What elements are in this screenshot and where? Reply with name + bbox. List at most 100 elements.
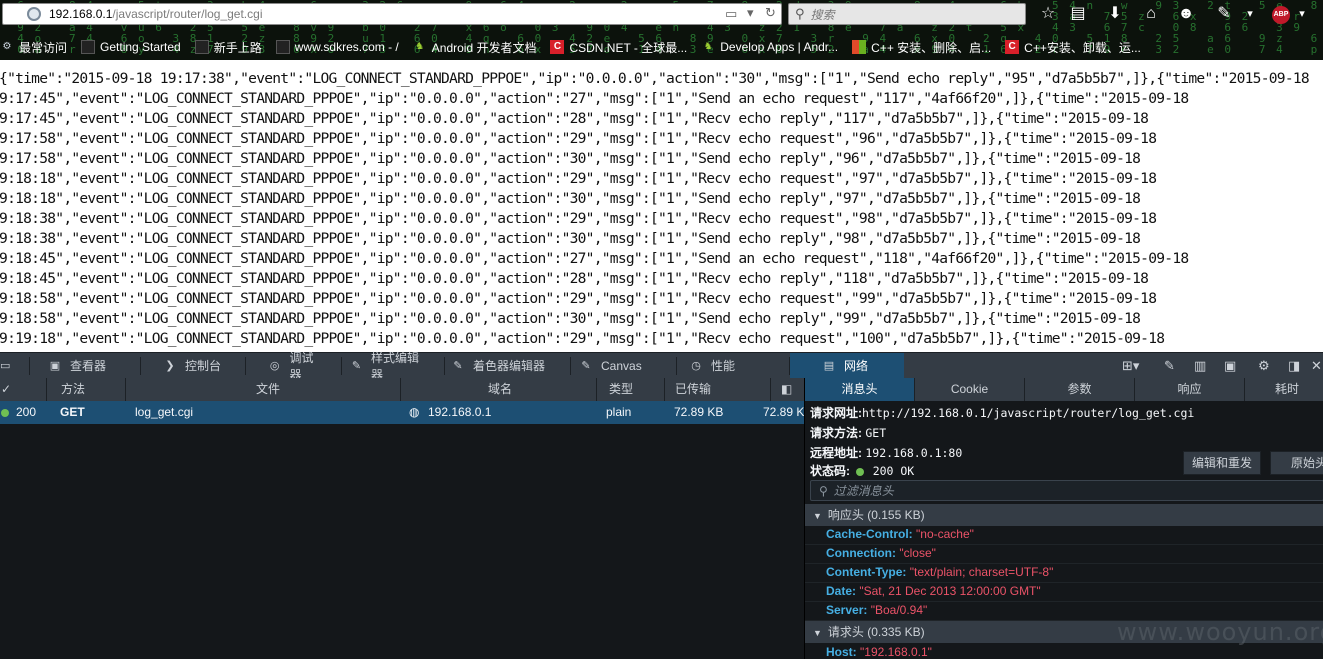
request-url-row: 请求网址:http://192.168.0.1/javascript/route… (810, 404, 1194, 421)
log-line: 19:18:58","event":"LOG_CONNECT_STANDARD_… (0, 310, 1141, 327)
tab-debugger[interactable]: ◎ 调试器 (246, 351, 342, 382)
tab-params[interactable]: 参数 (1025, 378, 1135, 401)
bookmark-item[interactable]: Getting Started (81, 40, 181, 54)
tab-headers[interactable]: 消息头 (805, 378, 915, 401)
request-method: GET (60, 405, 85, 419)
log-line: 19:17:45","event":"LOG_CONNECT_STANDARD_… (0, 90, 1189, 107)
pick-element-button[interactable]: ▭ (0, 353, 30, 379)
inspector-icon: ▣ (49, 359, 61, 372)
page-icon (194, 40, 209, 54)
download-icon[interactable]: ⬇ (1105, 4, 1125, 24)
tab-label: 着色器编辑器 (473, 359, 546, 373)
remote-address-label: 远程地址: (810, 446, 862, 460)
url-bar[interactable]: 192.168.0.1/javascript/router/log_get.cg… (2, 3, 782, 25)
home-icon[interactable]: ⌂ (1141, 4, 1161, 24)
raw-headers-button[interactable]: 原始头 (1270, 451, 1323, 475)
request-url-label: 请求网址: (810, 406, 862, 420)
scratchpad-icon[interactable]: ✎ (1164, 353, 1175, 379)
bookmark-item[interactable]: C C++安装、卸载、运... (1005, 39, 1141, 56)
header-row: Server: "Boa/0.94" (826, 601, 927, 620)
column-method[interactable]: 方法 (46, 378, 125, 401)
split-console-icon[interactable]: ▥ (1194, 353, 1206, 379)
tab-style-editor[interactable]: ✎ 样式编辑器 (342, 351, 445, 382)
tab-canvas[interactable]: ✎ Canvas (571, 353, 677, 379)
header-name: Cache-Control: (826, 527, 913, 541)
search-icon: ⚲ (795, 6, 805, 21)
header-row: Host: "192.168.0.1" (826, 643, 932, 659)
bookmark-item[interactable]: www.sdkres.com - / (275, 40, 399, 54)
tab-response[interactable]: 响应 (1135, 378, 1245, 401)
request-transferred: 72.89 KB (674, 405, 724, 419)
tab-network[interactable]: ▤ 网络 (790, 352, 904, 379)
browser-toolbar: 6 x 8 4 u 5 t a 3 k 4 p 6 o 3 2 6 x p 9 … (0, 0, 1323, 60)
tab-label: 查看器 (70, 359, 107, 373)
devtools-toolbar: ▭ ▣ 查看器 ❯ 控制台 ◎ 调试器 ✎ 样式编辑器 ✎ 着色器编辑器 ✎ Canvas … (0, 351, 1323, 382)
bookmark-item[interactable]: ⚙ 最常访问 (0, 39, 68, 56)
header-row: Cache-Control: "no-cache" (826, 525, 974, 544)
chat-icon[interactable]: ☻ (1176, 4, 1196, 24)
log-line: 19:19:18","event":"LOG_CONNECT_STANDARD_… (0, 330, 1165, 347)
android-icon: ♞ (415, 41, 425, 52)
column-domain[interactable]: 域名 (400, 378, 596, 401)
tab-performance[interactable]: ◷ 性能 (677, 353, 790, 379)
adblock-icon[interactable]: ABP (1272, 6, 1290, 24)
filter-headers-input[interactable]: ⚲ 过滤消息头 (810, 480, 1323, 501)
tab-label: 网络 (844, 359, 869, 373)
status-ok-dot (856, 467, 865, 476)
close-devtools-icon[interactable]: ✕ (1311, 353, 1322, 379)
bookmark-star-icon[interactable]: ☆ (1038, 4, 1058, 24)
header-row: Date: "Sat, 21 Dec 2013 12:00:00 GMT" (826, 582, 1041, 601)
bookmark-item[interactable]: ♞ Android 开发者文档 (413, 39, 536, 56)
domain-globe-icon: ◍ (409, 405, 420, 419)
responsive-icon[interactable]: ▣ (1224, 353, 1236, 379)
reload-icon[interactable]: ↻ (765, 5, 776, 21)
request-list-empty (0, 424, 804, 659)
shader-editor-icon: ✎ (453, 359, 463, 372)
tab-cookies[interactable]: Cookie (915, 378, 1025, 401)
extension-icon[interactable]: ✎ (1214, 4, 1234, 24)
bookmark-item[interactable]: 新手上路 (194, 39, 262, 56)
dropdown-arrow-icon[interactable]: ▾ (747, 5, 754, 21)
edit-resend-button[interactable]: 编辑和重发 (1183, 451, 1262, 475)
request-headers-title: 请求头 (0.335 KB) (827, 625, 925, 639)
log-line: 19:17:45","event":"LOG_CONNECT_STANDARD_… (0, 110, 1149, 127)
table-row[interactable]: 200 GET log_get.cgi ◍ 192.168.0.1 plain … (0, 401, 804, 424)
response-headers-section[interactable]: ▼ 响应头 (0.155 KB) (805, 504, 1323, 526)
column-type[interactable]: 类型 (596, 378, 664, 401)
dock-side-icon[interactable]: ◨ (1288, 353, 1300, 379)
tab-inspector[interactable]: ▣ 查看器 (30, 353, 141, 379)
dock-options-icon[interactable]: ⊞▾ (1122, 353, 1139, 379)
log-line: 19:17:58","event":"LOG_CONNECT_STANDARD_… (0, 130, 1157, 147)
request-method-label: 请求方法: (810, 426, 862, 440)
url-path: /javascript/router/log_get.cgi (112, 7, 263, 21)
performance-icon: ◷ (691, 359, 701, 372)
remote-address-row: 远程地址: 192.168.0.1:80 (810, 444, 962, 461)
column-file[interactable]: 文件 (125, 378, 400, 401)
toggle-sidebar-icon[interactable]: ◧ (770, 378, 804, 401)
tab-shader-editor[interactable]: ✎ 着色器编辑器 (445, 353, 571, 379)
search-bar[interactable]: ⚲ 搜索 (788, 3, 1026, 25)
bookmark-item[interactable]: ♞ Develop Apps | Andr... (701, 40, 838, 54)
reader-view-icon[interactable]: ▭ (725, 6, 737, 22)
settings-gear-icon[interactable]: ⚙ (1258, 353, 1270, 379)
extension-dropdown-icon[interactable]: ▾ (1240, 4, 1260, 24)
tab-console[interactable]: ❯ 控制台 (141, 353, 246, 379)
search-placeholder: 搜索 (810, 7, 835, 22)
page-icon (275, 40, 290, 54)
bookmark-item[interactable]: C CSDN.NET - 全球最... (550, 39, 687, 56)
debugger-icon: ◎ (269, 359, 280, 372)
style-editor-icon: ✎ (351, 359, 362, 372)
request-domain: 192.168.0.1 (428, 405, 492, 419)
status-column-icon[interactable]: ✓ (0, 378, 46, 401)
header-name: Date: (826, 584, 857, 598)
header-value: "Boa/0.94" (870, 603, 928, 617)
request-file: log_get.cgi (135, 405, 194, 419)
status-code-value: 200 OK (872, 464, 915, 478)
adblock-dropdown-icon[interactable]: ▾ (1292, 4, 1312, 24)
bookmarks-menu-icon[interactable]: ▤ (1068, 4, 1088, 24)
column-transferred[interactable]: 已传输 (664, 378, 770, 401)
request-method-value: GET (865, 426, 887, 440)
bookmark-item[interactable]: C++ 安装、删除、启... (852, 39, 991, 56)
tab-timings[interactable]: 耗时 (1245, 378, 1323, 401)
bookmarks-bar: ⚙ 最常访问 Getting Started 新手上路 www.sdkres.com -… (0, 36, 1155, 58)
